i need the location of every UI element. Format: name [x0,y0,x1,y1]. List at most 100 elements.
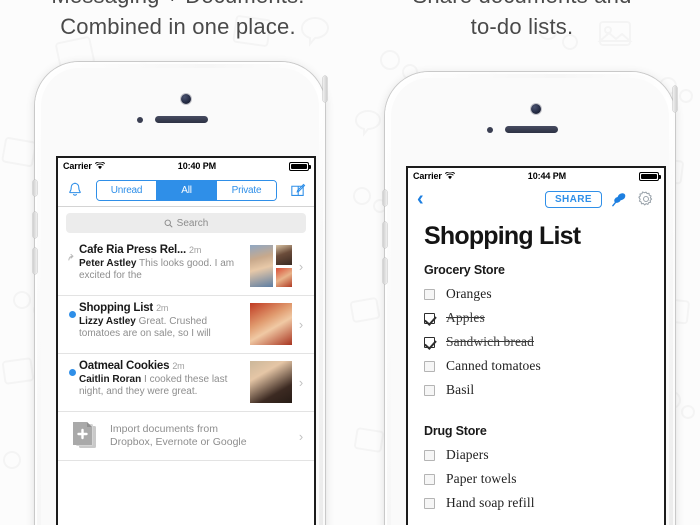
checkbox-unchecked[interactable] [424,288,435,300]
checkbox-checked[interactable] [424,312,435,324]
checkbox-unchecked[interactable] [424,449,435,461]
chevron-right-icon: › [298,374,304,390]
status-time-right: 10:44 PM [527,171,567,181]
wifi-icon [94,162,105,170]
reply-arrow-icon [66,244,79,264]
todo-label: Basil [446,382,475,397]
conversation-title: Oatmeal Cookies [79,360,170,372]
search-input[interactable]: Search [66,213,306,233]
checkbox-checked[interactable] [424,336,435,348]
avatar-group [249,360,293,404]
nav-bar-left: Unread All Private [58,174,314,207]
chevron-right-icon: › [298,316,304,332]
volume-down-button[interactable] [33,248,37,274]
filter-segmented-control[interactable]: Unread All Private [96,179,277,201]
todo-label: Sandwich bread [446,334,534,349]
nav-bar-right: ‹ SHARE [408,184,664,214]
todo-item[interactable]: Paper towels [424,471,648,487]
back-chevron-icon[interactable]: ‹ [417,189,424,209]
conversation-time: 2m [156,303,169,313]
gear-icon[interactable] [637,190,655,208]
section-heading-drug: Drug Store [424,424,487,438]
todo-item[interactable]: Basil [424,382,648,398]
front-camera [181,94,191,104]
checkbox-unchecked[interactable] [424,497,435,509]
screen-right: Carrier 10:44 PM ‹ SHARE Shopping List G… [408,168,664,525]
segment-private[interactable]: Private [217,180,276,200]
carrier-label: Carrier [63,161,92,171]
conversation-row[interactable]: Oatmeal Cookies 2m Caitlin Roran I cooked… [58,354,314,412]
document-title: Shopping List [424,222,581,250]
caption-right: Share documents and to-do lists. [352,0,692,42]
caption-left: Messaging + Documents. Combined in one p… [8,0,348,42]
mute-switch[interactable] [383,190,387,206]
avatar [249,302,293,346]
checkbox-unchecked[interactable] [424,473,435,485]
power-button[interactable] [323,76,327,102]
todo-label: Paper towels [446,471,517,486]
todo-item[interactable]: Hand soap refill [424,495,648,511]
volume-up-button[interactable] [383,222,387,248]
chevron-right-icon: › [298,258,304,274]
import-line2: Dropbox, Evernote or Google [110,436,247,448]
avatar-group [249,244,293,288]
avatar-group [249,302,293,346]
todo-item[interactable]: Sandwich bread [424,334,648,350]
todo-label: Oranges [446,286,492,301]
phone-right: Carrier 10:44 PM ‹ SHARE Shopping List G… [383,72,677,525]
battery-full-icon [639,171,661,181]
avatar [249,244,274,288]
wifi-icon [444,172,455,180]
conversation-list: Cafe Ria Press Rel... 2m Peter Astley Thi… [58,238,314,461]
volume-down-button[interactable] [383,258,387,284]
power-button[interactable] [673,86,677,112]
todo-item[interactable]: Oranges [424,286,648,302]
search-container: Search [58,207,314,238]
phone-left: Carrier 10:40 PM Unread All Private Sear… [33,62,327,525]
checkbox-unchecked[interactable] [424,360,435,372]
unread-dot [66,302,79,318]
caption-left-line2: Combined in one place. [60,14,296,39]
checkbox-unchecked[interactable] [424,384,435,396]
segment-unread[interactable]: Unread [97,180,157,200]
pushpin-icon[interactable] [610,190,629,209]
conversation-title: Cafe Ria Press Rel... [79,244,187,256]
status-bar-right: Carrier 10:44 PM [408,168,664,184]
conversation-sender: Caitlin Roran [79,374,142,385]
carrier-label: Carrier [413,171,442,181]
conversation-time: 2m [189,245,202,255]
earpiece-speaker [155,116,208,123]
promo-screenshot: Messaging + Documents. Combined in one p… [0,0,700,525]
conversation-sender: Peter Astley [79,258,137,269]
add-document-icon [72,421,98,451]
todo-item[interactable]: Apples [424,310,648,326]
bell-icon[interactable] [66,181,84,199]
import-line1: Import documents from [110,423,218,435]
compose-icon[interactable] [289,182,306,199]
avatar [249,360,293,404]
status-bar-left: Carrier 10:40 PM [58,158,314,174]
share-button[interactable]: SHARE [544,190,602,208]
earpiece-speaker [505,126,558,133]
import-documents-row[interactable]: Import documents from Dropbox, Evernote … [58,412,314,461]
conversation-title: Shopping List [79,302,154,314]
proximity-sensor [487,127,493,133]
todo-label: Hand soap refill [446,495,535,510]
caption-left-line1: Messaging + Documents. [51,0,304,8]
front-camera [531,104,541,114]
segment-all[interactable]: All [157,180,217,200]
mute-switch[interactable] [33,180,37,196]
volume-up-button[interactable] [33,212,37,238]
battery-full-icon [289,161,311,171]
conversation-row[interactable]: Shopping List 2m Lizzy Astley Great. Crus… [58,296,314,354]
section-heading-grocery: Grocery Store [424,263,505,277]
todo-item[interactable]: Diapers [424,447,648,463]
search-placeholder: Search [176,217,209,229]
conversation-row[interactable]: Cafe Ria Press Rel... 2m Peter Astley Thi… [58,238,314,296]
todo-label: Apples [446,310,485,325]
caption-right-line2: to-do lists. [470,14,574,39]
chevron-right-icon: › [298,428,304,444]
todo-item[interactable]: Canned tomatoes [424,358,648,374]
unread-dot [66,360,79,376]
status-time-left: 10:40 PM [177,161,217,171]
